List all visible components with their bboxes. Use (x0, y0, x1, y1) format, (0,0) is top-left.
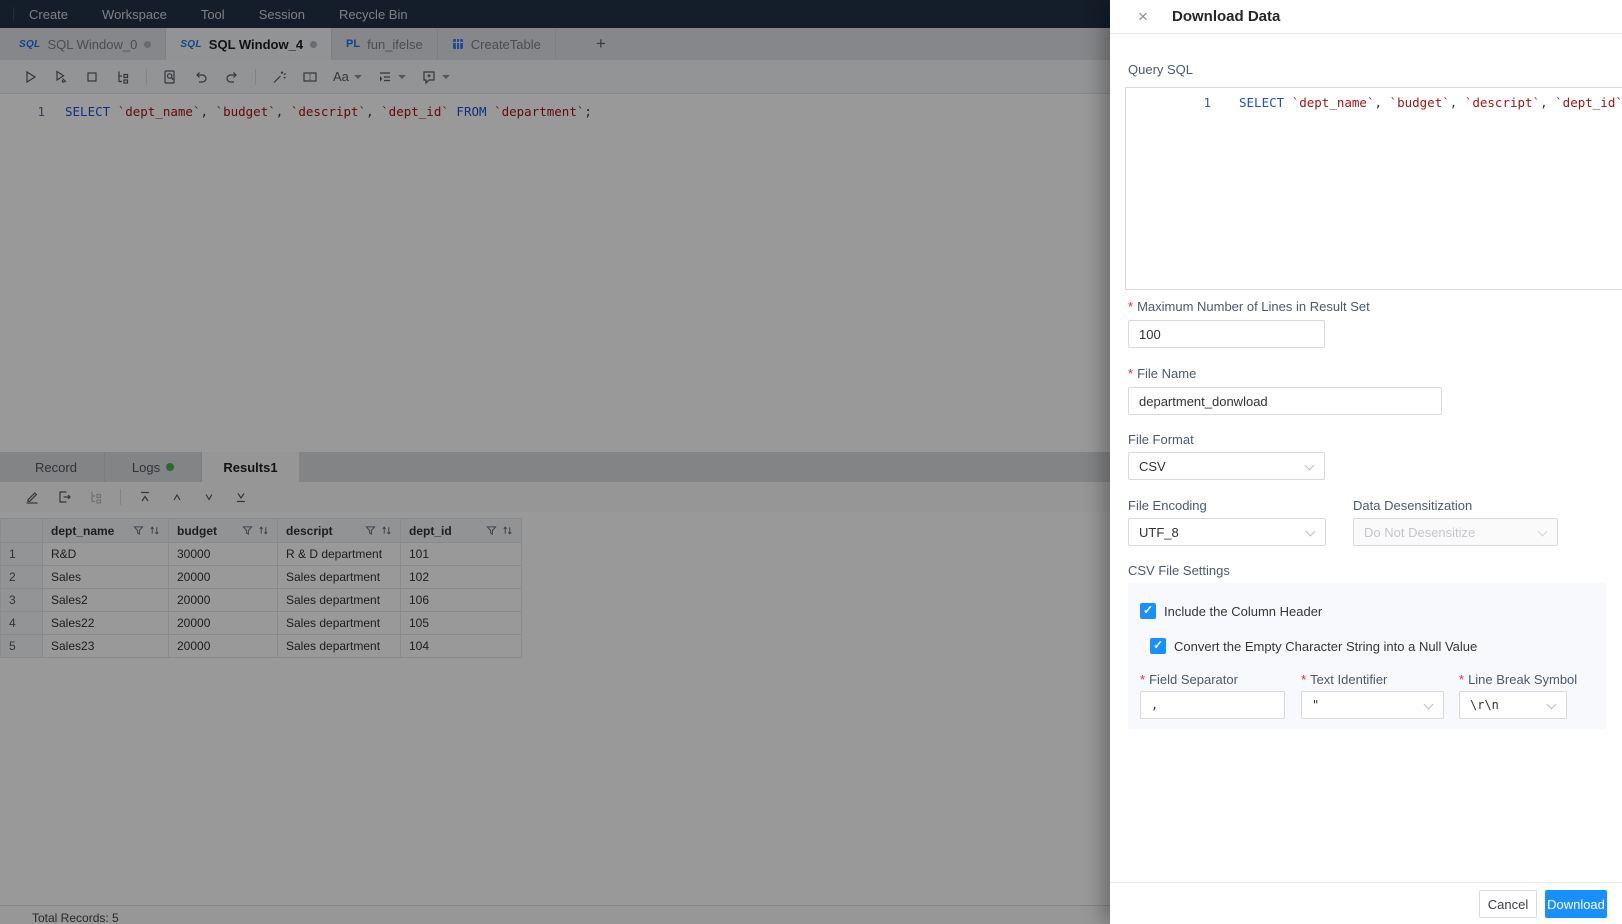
line-break-select[interactable]: \r\n (1459, 691, 1567, 719)
file-encoding-select[interactable]: UTF_8 (1128, 518, 1326, 546)
line-number: 1 (1203, 95, 1211, 110)
csv-settings-box: Include the Column Header Convert the Em… (1128, 583, 1606, 729)
chevron-down-icon (1423, 699, 1434, 710)
field-separator-input[interactable] (1140, 691, 1285, 719)
text-identifier-label: * Text Identifier (1301, 672, 1388, 687)
data-desensitization-value: Do Not Desensitize (1364, 524, 1476, 540)
chevron-down-icon (1537, 526, 1548, 537)
drawer-footer: Cancel Download (1110, 882, 1622, 924)
chevron-down-icon (1305, 526, 1316, 537)
data-desensitization-label: Data Desensitization (1353, 498, 1473, 513)
download-data-drawer: × Download Data Query SQL 1 SELECT `dept… (1110, 0, 1622, 924)
max-lines-input[interactable] (1128, 320, 1325, 348)
query-sql-label: Query SQL (1128, 62, 1194, 77)
file-name-label: * File Name (1128, 366, 1197, 381)
empty-to-null-checkbox[interactable] (1150, 638, 1166, 654)
field-separator-label: * Field Separator (1140, 672, 1238, 687)
query-sql-line: 1 SELECT `dept_name`, `budget`, `descrip… (1126, 93, 1622, 112)
empty-to-null-label: Convert the Empty Character String into … (1174, 639, 1478, 654)
close-icon[interactable]: × (1138, 8, 1148, 25)
screen: Create Workspace Tool Session Recycle Bi… (0, 0, 1622, 924)
file-format-label: File Format (1128, 432, 1194, 447)
required-mark: * (1301, 672, 1307, 687)
max-lines-label: * Maximum Number of Lines in Result Set (1128, 299, 1370, 314)
line-break-value: \r\n (1470, 698, 1499, 712)
file-format-value: CSV (1139, 458, 1166, 474)
file-format-select[interactable]: CSV (1128, 452, 1325, 480)
file-encoding-label: File Encoding (1128, 498, 1207, 513)
data-desensitization-select: Do Not Desensitize (1353, 518, 1558, 546)
file-name-input[interactable] (1128, 387, 1442, 415)
required-mark: * (1128, 299, 1134, 314)
required-mark: * (1140, 672, 1146, 687)
sql-statement: SELECT `dept_name`, `budget`, `descript`… (1239, 95, 1622, 110)
required-mark: * (1128, 366, 1134, 381)
text-identifier-value: " (1312, 698, 1320, 712)
line-break-label: * Line Break Symbol (1459, 672, 1578, 687)
drawer-header: × Download Data (1110, 0, 1622, 34)
file-encoding-value: UTF_8 (1139, 524, 1179, 540)
csv-settings-label: CSV File Settings (1128, 563, 1230, 578)
drawer-title: Download Data (1172, 8, 1281, 25)
chevron-down-icon (1304, 460, 1315, 471)
include-header-checkbox[interactable] (1140, 603, 1156, 619)
query-sql-preview[interactable]: 1 SELECT `dept_name`, `budget`, `descrip… (1125, 87, 1622, 290)
required-mark: * (1459, 672, 1465, 687)
download-button[interactable]: Download (1545, 890, 1607, 918)
chevron-down-icon (1546, 699, 1557, 710)
text-identifier-select[interactable]: " (1301, 691, 1444, 719)
include-header-label: Include the Column Header (1164, 604, 1323, 619)
cancel-button[interactable]: Cancel (1479, 890, 1537, 918)
